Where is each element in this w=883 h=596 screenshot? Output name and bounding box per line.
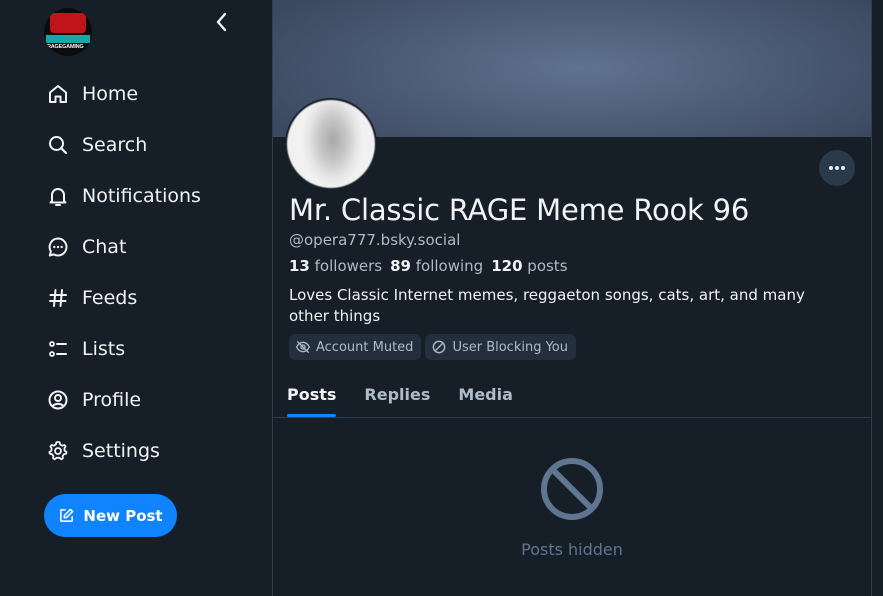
avatar-text: RAGEGAMING (47, 44, 84, 50)
user-blocking-badge[interactable]: User Blocking You (425, 334, 577, 360)
profile-display-name: Mr. Classic RAGE Meme Rook 96 (289, 193, 750, 227)
app-root: RAGEGAMING Home Search Notifications Cha… (0, 0, 883, 596)
collapse-sidebar-button[interactable] (208, 8, 236, 36)
hash-icon (44, 284, 72, 312)
main-nav: Home Search Notifications Chat Feeds Lis… (44, 68, 264, 476)
active-tab-indicator (287, 414, 337, 417)
user-avatar[interactable]: RAGEGAMING (44, 8, 92, 56)
following-count: 89 (390, 257, 411, 275)
profile-badges: Account Muted User Blocking You (289, 334, 580, 360)
profile-stats: 13 followers 89 following 120 posts (289, 257, 576, 275)
new-post-button[interactable]: New Post (44, 494, 177, 537)
badge-label: User Blocking You (452, 339, 569, 355)
avatar-graphic (50, 13, 86, 33)
prohibited-icon (541, 458, 603, 520)
empty-state: Posts hidden (273, 456, 871, 559)
posts-count: 120 (491, 257, 523, 275)
nav-item-label: Settings (82, 439, 160, 462)
following-stat[interactable]: 89 following (390, 257, 483, 275)
avatar-band (46, 35, 90, 43)
nav-item-label: Profile (82, 388, 142, 411)
tab-posts[interactable]: Posts (273, 372, 350, 417)
nav-item-label: Search (82, 133, 148, 156)
new-post-label: New Post (83, 506, 163, 525)
eye-slash-icon (295, 341, 311, 353)
chat-icon (44, 233, 72, 261)
gear-icon (44, 437, 72, 465)
followers-stat[interactable]: 13 followers (289, 257, 382, 275)
profile-tabs: Posts Replies Media (273, 372, 871, 418)
nav-item-chat[interactable]: Chat (44, 221, 264, 272)
nav-item-settings[interactable]: Settings (44, 425, 264, 476)
tab-label: Posts (287, 385, 337, 404)
posts-label: posts (527, 257, 568, 275)
nav-item-feeds[interactable]: Feeds (44, 272, 264, 323)
profile-avatar[interactable] (285, 98, 377, 190)
nav-item-search[interactable]: Search (44, 119, 264, 170)
tab-label: Replies (364, 385, 431, 404)
user-circle-icon (44, 386, 72, 414)
tab-replies[interactable]: Replies (350, 372, 444, 417)
nav-item-label: Lists (82, 337, 126, 360)
list-icon (44, 335, 72, 363)
more-options-button[interactable] (819, 150, 855, 186)
nav-item-label: Home (82, 82, 139, 105)
followers-label: followers (314, 257, 383, 275)
badge-label: Account Muted (316, 339, 414, 355)
profile-main: Mr. Classic RAGE Meme Rook 96 @opera777.… (273, 0, 871, 596)
nav-item-home[interactable]: Home (44, 68, 264, 119)
nav-item-label: Feeds (82, 286, 138, 309)
nav-item-label: Chat (82, 235, 127, 258)
pencil-square-icon (60, 508, 74, 522)
profile-avatar-image (287, 100, 375, 188)
profile-bio: Loves Classic Internet memes, reggaeton … (289, 286, 805, 325)
nav-item-notifications[interactable]: Notifications (44, 170, 264, 221)
block-icon (433, 340, 446, 354)
following-label: following (415, 257, 484, 275)
account-muted-badge[interactable]: Account Muted (289, 334, 422, 360)
nav-item-label: Notifications (82, 184, 201, 207)
tab-label: Media (458, 385, 513, 404)
posts-stat: 120 posts (491, 257, 567, 275)
tab-media[interactable]: Media (444, 372, 527, 417)
followers-count: 13 (289, 257, 310, 275)
home-icon (44, 80, 72, 108)
empty-state-text: Posts hidden (521, 540, 623, 559)
chevron-left-icon (216, 12, 227, 32)
nav-item-lists[interactable]: Lists (44, 323, 264, 374)
sidebar: RAGEGAMING Home Search Notifications Cha… (0, 0, 272, 596)
search-icon (44, 131, 72, 159)
right-gutter (872, 0, 883, 596)
bell-icon (44, 182, 72, 210)
profile-handle: @opera777.bsky.social (289, 231, 461, 249)
nav-item-profile[interactable]: Profile (44, 374, 264, 425)
ellipsis-icon (829, 166, 845, 170)
